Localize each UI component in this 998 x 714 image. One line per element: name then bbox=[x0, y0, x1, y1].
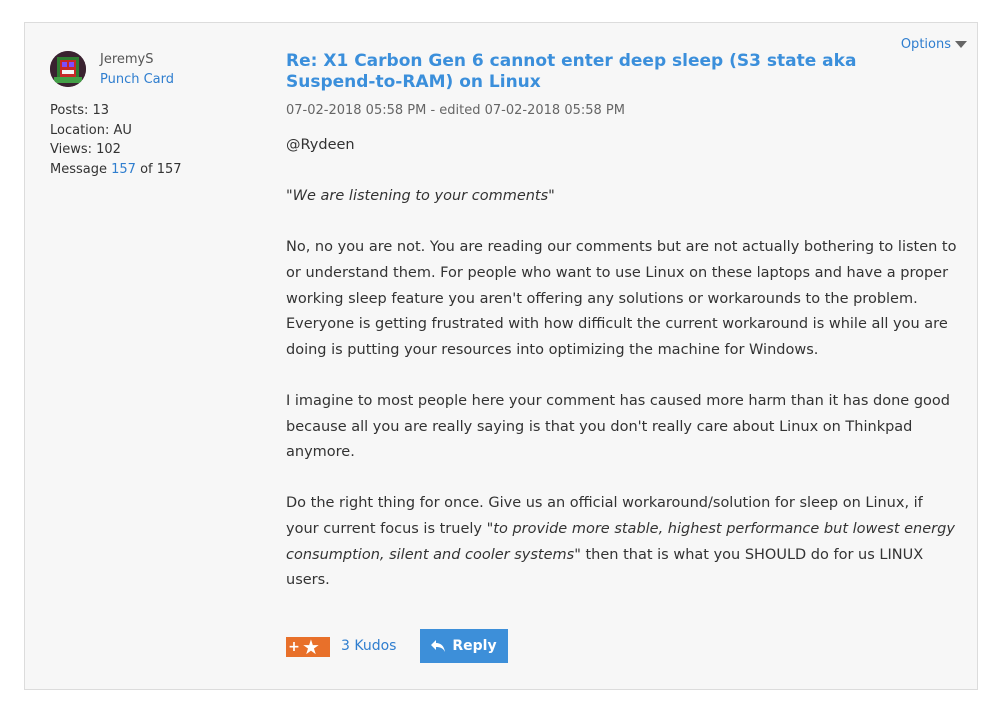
forum-post: Options JeremyS Punch Card Posts: 13 Loc… bbox=[24, 22, 978, 690]
mention: @Rydeen bbox=[286, 137, 355, 153]
message-number-link[interactable]: 157 bbox=[111, 162, 136, 177]
options-menu[interactable]: Options bbox=[901, 37, 967, 52]
kudo-plus-sign: + bbox=[288, 639, 300, 655]
quote: "We are listening to your comments" bbox=[286, 184, 958, 210]
post-meta: 07-02-2018 05:58 PM - edited 07-02-2018 … bbox=[286, 103, 625, 118]
post-body: @Rydeen "We are listening to your commen… bbox=[286, 133, 958, 619]
message-prefix: Message bbox=[50, 161, 112, 177]
post-title[interactable]: Re: X1 Carbon Gen 6 cannot enter deep sl… bbox=[286, 51, 896, 93]
caret-down-icon[interactable] bbox=[955, 41, 967, 48]
quote-text: "We are listening to your comments" bbox=[286, 188, 555, 205]
author-stats: Posts: 13 Location: AU Views: 102 Messag… bbox=[50, 101, 182, 179]
views-count: Views: 102 bbox=[50, 142, 121, 158]
message-suffix: of 157 bbox=[135, 161, 182, 177]
reply-label: Reply bbox=[452, 638, 497, 654]
options-label[interactable]: Options bbox=[901, 37, 951, 52]
author-rank[interactable]: Punch Card bbox=[100, 72, 174, 87]
paragraph-2: I imagine to most people here your comme… bbox=[286, 392, 950, 461]
message-position: Message 157 of 157 bbox=[50, 160, 182, 180]
location: Location: AU bbox=[50, 122, 132, 138]
avatar-image bbox=[50, 51, 86, 87]
star-icon: ★ bbox=[302, 635, 320, 659]
paragraph-1: No, no you are not. You are reading our … bbox=[286, 239, 957, 358]
reply-arrow-icon bbox=[431, 640, 446, 652]
author-name[interactable]: JeremyS bbox=[100, 52, 154, 67]
posts-count: Posts: 13 bbox=[50, 103, 110, 118]
avatar[interactable] bbox=[50, 51, 86, 87]
kudo-button[interactable]: + ★ bbox=[286, 637, 330, 657]
paragraph-3: Do the right thing for once. Give us an … bbox=[286, 491, 958, 593]
reply-button[interactable]: Reply bbox=[420, 629, 508, 663]
kudos-count-link[interactable]: 3 Kudos bbox=[341, 638, 396, 654]
